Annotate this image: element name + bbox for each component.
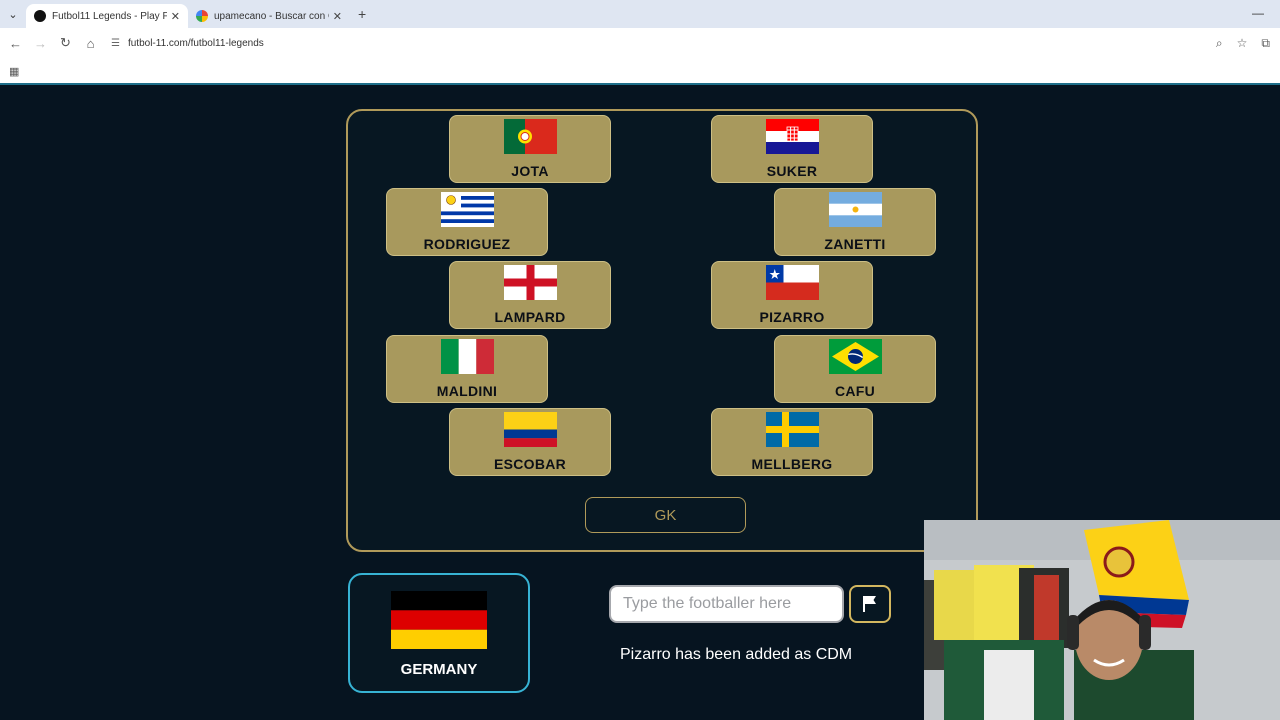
player-card-maldini[interactable]: MALDINI: [386, 335, 548, 403]
player-card-lampard[interactable]: LAMPARD: [449, 261, 611, 329]
site-favicon-icon: [34, 10, 46, 22]
site-info-icon[interactable]: ☰: [111, 38, 120, 49]
italy-flag-icon: [440, 339, 494, 374]
brazil-flag-icon: [828, 339, 882, 374]
url-field[interactable]: ☰ futbol-11.com/futbol11-legends: [111, 38, 264, 49]
close-tab-icon[interactable]: ✕: [171, 10, 180, 23]
player-card-jota[interactable]: JOTA: [449, 115, 611, 183]
bookmarks-bar: ▦: [0, 58, 1280, 85]
current-country-card: GERMANY: [348, 573, 530, 693]
reload-icon[interactable]: ↻: [53, 35, 78, 51]
player-card-mellberg[interactable]: MELLBERG: [711, 408, 873, 476]
croatia-flag-icon: [765, 119, 819, 154]
tab-search-icon[interactable]: ⌄: [0, 0, 26, 28]
player-name: JOTA: [511, 163, 549, 179]
webcam-image: [924, 520, 1280, 720]
footballer-search-input[interactable]: [609, 585, 844, 623]
player-name: MALDINI: [436, 383, 498, 399]
minimize-icon[interactable]: —: [1252, 6, 1264, 20]
skip-flag-button[interactable]: [849, 585, 891, 623]
extensions-icon[interactable]: ⧉: [1261, 36, 1270, 51]
url-text: futbol-11.com/futbol11-legends: [127, 37, 264, 49]
zoom-icon[interactable]: ⌕: [1216, 36, 1223, 51]
player-name: CAFU: [834, 383, 876, 399]
google-favicon-icon: [196, 10, 208, 22]
webcam-overlay: [924, 520, 1280, 720]
player-name: PIZARRO: [759, 309, 825, 325]
tab-title: Futbol11 Legends - Play Footb: [52, 10, 167, 22]
player-name: RODRIGUEZ: [423, 236, 511, 252]
new-tab-icon[interactable]: +: [358, 6, 366, 22]
back-icon[interactable]: ←: [3, 36, 28, 51]
player-card-rodriguez[interactable]: RODRIGUEZ: [386, 188, 548, 256]
player-card-zanetti[interactable]: ZANETTI: [774, 188, 936, 256]
chile-flag-icon: [765, 265, 819, 300]
address-bar: ← → ↻ ⌂ ☰ futbol-11.com/futbol11-legends…: [0, 28, 1280, 58]
player-name: LAMPARD: [494, 309, 566, 325]
apps-grid-icon[interactable]: ▦: [9, 65, 19, 78]
player-name: ZANETTI: [824, 236, 886, 252]
bookmark-star-icon[interactable]: ☆: [1237, 36, 1248, 51]
uruguay-flag-icon: [440, 192, 494, 227]
portugal-flag-icon: [503, 119, 557, 154]
player-name: SUKER: [766, 163, 818, 179]
sweden-flag-icon: [765, 412, 819, 447]
colombia-flag-icon: [503, 412, 557, 447]
forward-icon[interactable]: →: [28, 36, 53, 51]
status-message: Pizarro has been added as CDM: [620, 646, 853, 663]
tab-google[interactable]: upamecano - Buscar con Goog ✕: [188, 4, 350, 28]
player-name: ESCOBAR: [493, 456, 567, 472]
country-name: GERMANY: [400, 661, 478, 678]
player-name: MELLBERG: [751, 456, 833, 472]
tab-bar: ⌄ Futbol11 Legends - Play Footb ✕ upamec…: [0, 0, 1280, 28]
england-flag-icon: [503, 265, 557, 300]
player-card-suker[interactable]: SUKER: [711, 115, 873, 183]
tab-futbol11[interactable]: Futbol11 Legends - Play Footb ✕: [26, 4, 188, 28]
goalkeeper-slot-button[interactable]: GK: [585, 497, 746, 533]
player-card-pizarro[interactable]: PIZARRO: [711, 261, 873, 329]
player-card-escobar[interactable]: ESCOBAR: [449, 408, 611, 476]
flag-icon: [863, 596, 876, 612]
pitch-formation: JOTA SUKER RODRIGUEZ ZANETTI LAMPARD PIZ…: [346, 109, 978, 552]
player-card-cafu[interactable]: CAFU: [774, 335, 936, 403]
germany-flag-icon: [391, 591, 487, 649]
close-tab-icon[interactable]: ✕: [333, 10, 342, 23]
tab-title: upamecano - Buscar con Goog: [214, 10, 329, 22]
home-icon[interactable]: ⌂: [78, 36, 103, 51]
argentina-flag-icon: [828, 192, 882, 227]
